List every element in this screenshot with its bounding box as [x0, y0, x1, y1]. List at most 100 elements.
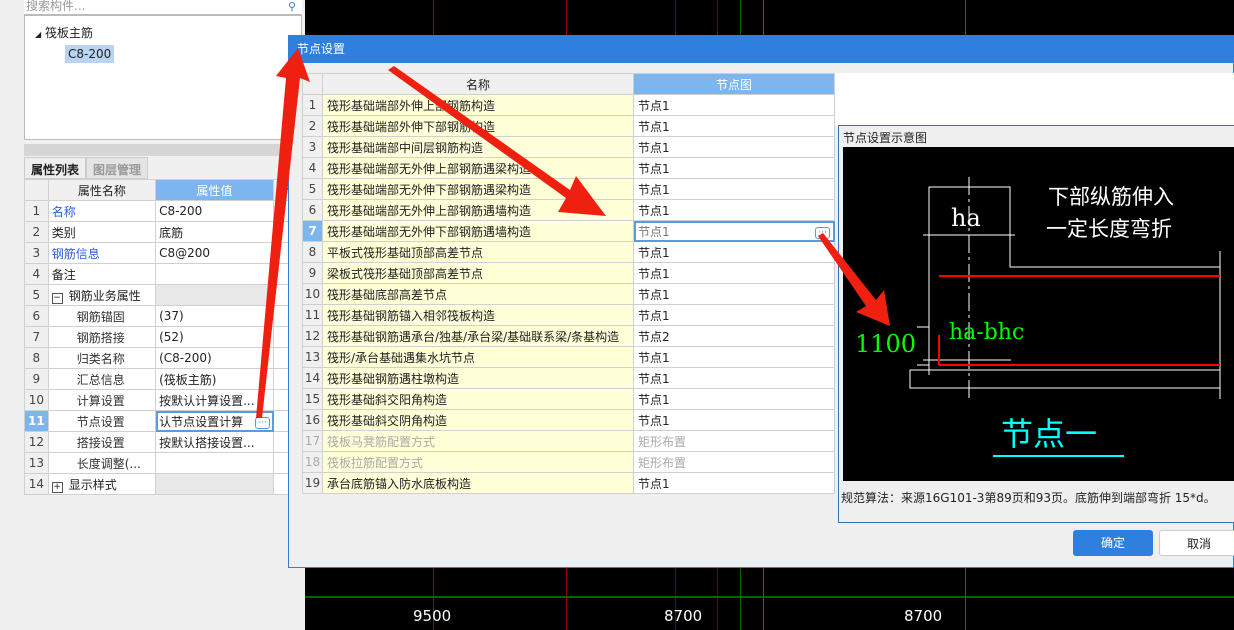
ok-button[interactable]: 确定 [1073, 530, 1153, 556]
node-row[interactable]: 19 承台底筋锚入防水底板构造 节点1 [302, 472, 835, 494]
node-row[interactable]: 7 筏形基础端部无外伸下部钢筋遇墙构造 节点1 ··· [302, 220, 835, 242]
node-value[interactable]: 节点1 [633, 304, 835, 326]
node-row[interactable]: 14 筏形基础钢筋遇柱墩构造 节点1 [302, 367, 835, 389]
splitter[interactable] [24, 144, 305, 156]
node-value-text: 矩形布置 [638, 434, 687, 449]
node-row[interactable]: 13 筏形/承台基础遇集水坑节点 节点1 [302, 346, 835, 368]
ellipsis-button[interactable]: ··· [815, 226, 830, 239]
node-value[interactable]: 节点1 [633, 94, 835, 116]
node-value[interactable]: 节点1 [633, 115, 835, 137]
property-value[interactable]: 按默认搭接设置... [155, 431, 274, 453]
node-row[interactable]: 11 筏形基础钢筋锚入相邻筏板构造 节点1 [302, 304, 835, 326]
node-value[interactable]: 节点2 [633, 325, 835, 347]
node-row[interactable]: 5 筏形基础端部无外伸下部钢筋遇梁构造 节点1 [302, 178, 835, 200]
node-value[interactable]: 节点1 [633, 199, 835, 221]
property-row[interactable]: 7 钢筋搭接 (52) [24, 326, 305, 348]
property-row[interactable]: 12 搭接设置 按默认搭接设置... [24, 431, 305, 453]
property-row[interactable]: 10 计算设置 按默认计算设置... [24, 389, 305, 411]
search-icon[interactable]: ⚲ [288, 0, 296, 13]
node-row[interactable]: 8 平板式筏形基础顶部高差节点 节点1 [302, 241, 835, 263]
node-value-text: 节点1 [638, 182, 670, 197]
property-value[interactable]: (C8-200) [155, 347, 274, 369]
cancel-button[interactable]: 取消 [1159, 530, 1234, 556]
property-row[interactable]: 14 + 显示样式 [24, 473, 305, 495]
node-value[interactable]: 矩形布置 [633, 451, 835, 473]
property-name-label: 备注 [51, 267, 76, 282]
property-value[interactable] [155, 452, 274, 474]
row-number: 8 [24, 347, 49, 369]
node-value[interactable]: 节点1 [633, 262, 835, 284]
property-row[interactable]: 5− 钢筋业务属性 [24, 284, 305, 306]
property-row[interactable]: 8 归类名称 (C8-200) [24, 347, 305, 369]
node-row[interactable]: 16 筏形基础斜交阴角构造 节点1 [302, 409, 835, 431]
node-row[interactable]: 17 筏板马凳筋配置方式 矩形布置 [302, 430, 835, 452]
property-row[interactable]: 13 长度调整(... [24, 452, 305, 474]
node-value[interactable]: 节点1 [633, 388, 835, 410]
node-value[interactable]: 节点1 [633, 346, 835, 368]
property-row[interactable]: 3 钢筋信息 C8@200 [24, 242, 305, 264]
property-value[interactable] [155, 284, 274, 306]
dialog-title[interactable]: 节点设置 [289, 36, 1233, 63]
row-number: 3 [302, 136, 323, 158]
node-name: 承台底筋锚入防水底板构造 [322, 472, 634, 494]
property-value[interactable]: 认节点设置计算 ··· [155, 410, 274, 432]
expand-icon[interactable]: + [51, 481, 63, 493]
node-name: 筏形基础端部无外伸上部钢筋遇梁构造 [322, 157, 634, 179]
node-row[interactable]: 12 筏形基础钢筋遇承台/独基/承台梁/基础联系梁/条基构造 节点2 [302, 325, 835, 347]
node-value[interactable]: 节点1 [633, 283, 835, 305]
node-row[interactable]: 10 筏形基础底部高差节点 节点1 [302, 283, 835, 305]
tree-node-root[interactable]: ◢ 筏板主筋 [35, 24, 93, 41]
node-value[interactable]: 节点1 [633, 472, 835, 494]
node-value[interactable]: 节点1 [633, 157, 835, 179]
property-name: 计算设置 [47, 389, 157, 411]
row-number: 12 [302, 325, 323, 347]
property-value[interactable]: C8@200 [155, 242, 274, 264]
property-name: 备注 [47, 263, 157, 285]
node-row[interactable]: 15 筏形基础斜交阳角构造 节点1 [302, 388, 835, 410]
property-value[interactable]: (52) [155, 326, 274, 348]
property-value[interactable]: (37) [155, 305, 274, 327]
property-value[interactable] [155, 473, 274, 495]
node-row[interactable]: 3 筏形基础端部中间层钢筋构造 节点1 [302, 136, 835, 158]
node-row[interactable]: 18 筏板拉筋配置方式 矩形布置 [302, 451, 835, 473]
tab-property-list[interactable]: 属性列表 [24, 157, 87, 179]
node-value[interactable]: 节点1 [633, 409, 835, 431]
node-row[interactable]: 1 筏形基础端部外伸上部钢筋构造 节点1 [302, 94, 835, 116]
property-value[interactable] [155, 263, 274, 285]
row-number: 9 [24, 368, 49, 390]
property-value[interactable]: 按默认计算设置... [155, 389, 274, 411]
node-row[interactable]: 9 梁板式筏形基础顶部高差节点 节点1 [302, 262, 835, 284]
tree-node-selected[interactable]: C8-200 [65, 45, 115, 63]
collapse-icon[interactable]: − [51, 292, 63, 304]
node-value[interactable]: 节点1 [633, 136, 835, 158]
row-number: 16 [302, 409, 323, 431]
node-row[interactable]: 2 筏形基础端部外伸下部钢筋构造 节点1 [302, 115, 835, 137]
property-row[interactable]: 1 名称 C8-200 [24, 200, 305, 222]
property-row[interactable]: 11 节点设置 认节点设置计算 ··· [24, 410, 305, 432]
ellipsis-button[interactable]: ··· [255, 416, 270, 429]
property-value[interactable]: 底筋 [155, 221, 274, 243]
property-row[interactable]: 4 备注 [24, 263, 305, 285]
node-value[interactable]: 节点1 [633, 178, 835, 200]
node-row[interactable]: 4 筏形基础端部无外伸上部钢筋遇梁构造 节点1 [302, 157, 835, 179]
node-value[interactable]: 节点1 [633, 367, 835, 389]
node-row[interactable]: 6 筏形基础端部无外伸上部钢筋遇墙构造 节点1 [302, 199, 835, 221]
node-value-text: 节点1 [638, 98, 670, 113]
property-row[interactable]: 6 钢筋锚固 (37) [24, 305, 305, 327]
property-row[interactable]: 9 汇总信息 (筏板主筋) [24, 368, 305, 390]
search-placeholder: 搜索构件... [26, 0, 86, 13]
property-value-text: 按默认搭接设置... [159, 435, 255, 450]
row-number: 10 [302, 283, 323, 305]
row-number: 7 [302, 220, 323, 242]
header-name: 名称 [322, 73, 634, 95]
property-row[interactable]: 2 类别 底筋 [24, 221, 305, 243]
node-value[interactable]: 矩形布置 [633, 430, 835, 452]
property-value[interactable]: C8-200 [155, 200, 274, 222]
collapse-triangle-icon[interactable]: ◢ [35, 30, 41, 39]
tab-layer-management[interactable]: 图层管理 [86, 157, 149, 179]
node-name: 筏形基础斜交阴角构造 [322, 409, 634, 431]
search-input[interactable]: 搜索构件... ⚲ [24, 0, 302, 15]
node-value[interactable]: 节点1 ··· [633, 220, 835, 242]
property-value[interactable]: (筏板主筋) [155, 368, 274, 390]
node-value[interactable]: 节点1 [633, 241, 835, 263]
